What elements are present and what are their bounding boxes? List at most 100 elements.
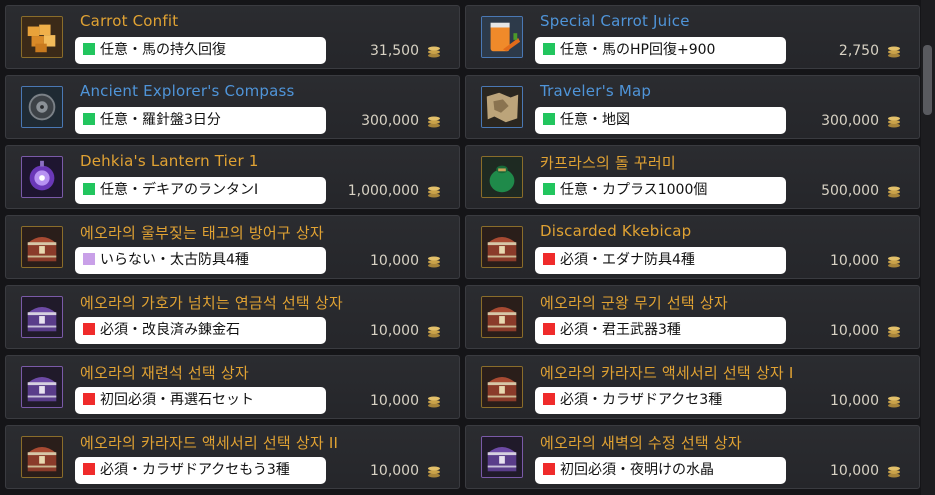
priority-marker [83,253,95,265]
item-note-text: 必須・カラザドアクセ3種 [560,392,723,408]
shop-item-card[interactable]: Traveler's Map 任意・地図 300,000 [465,75,920,139]
item-name: 에오라의 새벽의 수정 선택 상자 [540,434,742,452]
item-price: 10,000 [370,463,419,479]
scrollbar-thumb[interactable] [923,45,932,115]
coin-icon [428,186,440,198]
item-name: Carrot Confit [80,12,179,30]
treasure-chest-icon [21,436,63,478]
item-note: 任意・カプラス1000個 [535,177,786,204]
map-icon [481,86,523,128]
item-note: 必須・改良済み錬金石 [75,317,326,344]
priority-marker [83,393,95,405]
item-note: 必須・エダナ防具4種 [535,247,786,274]
item-note-text: 必須・カラザドアクセもう3種 [100,462,290,478]
item-note: 初回必須・夜明けの水晶 [535,457,786,484]
item-name: Discarded Kkebicap [540,222,692,240]
item-note-text: いらない・太古防具4種 [100,252,249,268]
item-price: 10,000 [830,393,879,409]
item-price: 1,000,000 [347,183,419,199]
item-note-text: 任意・馬のHP回復+900 [560,42,716,58]
item-note: いらない・太古防具4種 [75,247,326,274]
priority-marker [83,43,95,55]
coin-icon [888,396,900,408]
priority-marker [543,183,555,195]
carrot-juice-icon [481,16,523,58]
item-name: Special Carrot Juice [540,12,690,30]
item-price: 10,000 [830,323,879,339]
treasure-chest-purple-icon [21,296,63,338]
treasure-chest-purple-icon [481,436,523,478]
shop-item-card[interactable]: Special Carrot Juice 任意・馬のHP回復+900 2,750 [465,5,920,69]
shop-item-card[interactable]: Discarded Kkebicap 必須・エダナ防具4種 10,000 [465,215,920,279]
shop-item-card[interactable]: 카프라스의 돌 꾸러미 任意・カプラス1000個 500,000 [465,145,920,209]
treasure-chest-icon [21,226,63,268]
item-note: 必須・カラザドアクセもう3種 [75,457,326,484]
item-note: 必須・カラザドアクセ3種 [535,387,786,414]
coin-icon [428,46,440,58]
treasure-chest-icon [481,366,523,408]
item-note-text: 必須・改良済み錬金石 [100,322,240,338]
item-price: 31,500 [370,43,419,59]
coin-icon [888,256,900,268]
item-note: 必須・君王武器3種 [535,317,786,344]
item-name: Dehkia's Lantern Tier 1 [80,152,259,170]
item-name: 에오라의 가호가 넘치는 연금석 선택 상자 [80,294,343,312]
item-price: 10,000 [370,323,419,339]
item-price: 10,000 [370,253,419,269]
coin-icon [428,396,440,408]
item-note-text: 必須・エダナ防具4種 [560,252,695,268]
item-note: 任意・羅針盤3日分 [75,107,326,134]
shop-item-card[interactable]: 에오라의 울부짖는 태고의 방어구 상자 いらない・太古防具4種 10,000 [5,215,460,279]
item-price: 300,000 [821,113,879,129]
item-name: Traveler's Map [540,82,652,100]
item-name: Ancient Explorer's Compass [80,82,295,100]
item-note-text: 任意・地図 [560,112,630,128]
shop-item-card[interactable]: 에오라의 새벽의 수정 선택 상자 初回必須・夜明けの水晶 10,000 [465,425,920,489]
coin-icon [888,186,900,198]
coin-icon [888,116,900,128]
item-price: 300,000 [361,113,419,129]
priority-marker [543,323,555,335]
item-name: 에오라의 카라자드 액세서리 선택 상자 II [80,434,339,452]
item-note-text: 任意・馬の持久回復 [100,42,226,58]
item-name: 에오라의 군왕 무기 선택 상자 [540,294,728,312]
priority-marker [83,113,95,125]
item-note-text: 初回必須・再選石セット [100,392,254,408]
lantern-icon [21,156,63,198]
item-note: 任意・馬の持久回復 [75,37,326,64]
shop-item-card[interactable]: Dehkia's Lantern Tier 1 任意・デキアのランタンI 1,000… [5,145,460,209]
item-name: 카프라스의 돌 꾸러미 [540,154,676,172]
treasure-chest-icon [481,296,523,338]
item-note: 任意・馬のHP回復+900 [535,37,786,64]
priority-marker [83,323,95,335]
item-note-text: 任意・カプラス1000個 [560,182,708,198]
coin-icon [888,46,900,58]
treasure-chest-icon [481,226,523,268]
treasure-chest-purple-icon [21,366,63,408]
item-note-text: 必須・君王武器3種 [560,322,681,338]
item-name: 에오라의 카라자드 액세서리 선택 상자 I [540,364,794,382]
shop-item-card[interactable]: 에오라의 카라자드 액세서리 선택 상자 II 必須・カラザドアクセもう3種 10,… [5,425,460,489]
item-note-text: 初回必須・夜明けの水晶 [560,462,714,478]
shop-item-card[interactable]: Ancient Explorer's Compass 任意・羅針盤3日分 300,0… [5,75,460,139]
stone-pouch-icon [481,156,523,198]
item-note-text: 任意・デキアのランタンI [100,182,259,198]
priority-marker [543,113,555,125]
coin-icon [888,326,900,338]
carrot-confit-icon [21,16,63,58]
compass-icon [21,86,63,128]
priority-marker [543,253,555,265]
coin-icon [428,116,440,128]
coin-icon [428,326,440,338]
shop-item-card[interactable]: 에오라의 재련석 선택 상자 初回必須・再選石セット 10,000 [5,355,460,419]
item-note: 任意・地図 [535,107,786,134]
priority-marker [83,183,95,195]
shop-item-card[interactable]: 에오라의 군왕 무기 선택 상자 必須・君王武器3種 10,000 [465,285,920,349]
item-note-text: 任意・羅針盤3日分 [100,112,221,128]
item-price: 10,000 [370,393,419,409]
priority-marker [83,463,95,475]
shop-item-card[interactable]: Carrot Confit 任意・馬の持久回復 31,500 [5,5,460,69]
shop-item-card[interactable]: 에오라의 카라자드 액세서리 선택 상자 I 必須・カラザドアクセ3種 10,000 [465,355,920,419]
shop-item-card[interactable]: 에오라의 가호가 넘치는 연금석 선택 상자 必須・改良済み錬金石 10,000 [5,285,460,349]
coin-icon [888,466,900,478]
